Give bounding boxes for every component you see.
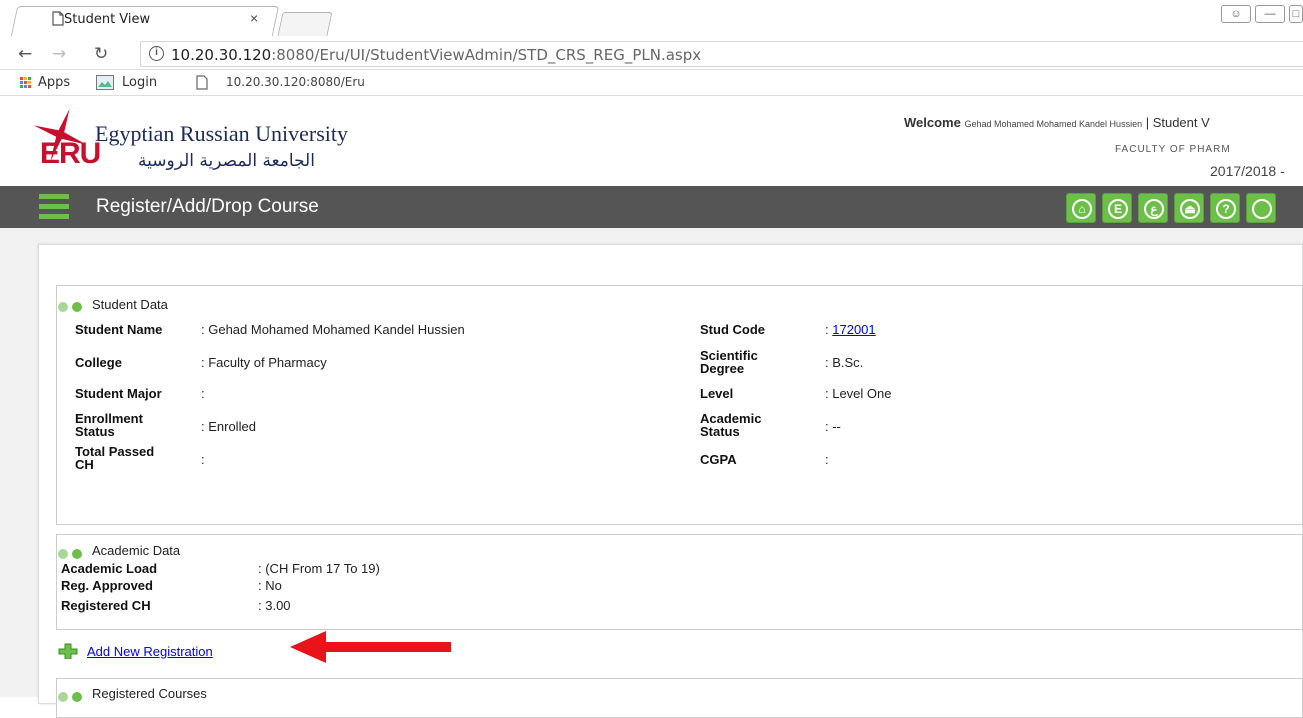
student-name-value: : Gehad Mohamed Mohamed Kandel Hussien	[201, 322, 465, 337]
reload-icon[interactable]: ↻	[94, 44, 108, 64]
new-tab-button[interactable]	[277, 12, 333, 36]
more-icon	[1252, 199, 1272, 219]
registered-ch-label: Registered CH	[61, 598, 151, 613]
close-tab-icon[interactable]: ×	[250, 10, 258, 26]
university-name-en: Egyptian Russian University	[95, 121, 348, 146]
add-plus-icon[interactable]	[58, 643, 78, 659]
page-icon	[196, 75, 208, 90]
level-label: Level	[700, 386, 734, 401]
faculty-name: FACULTY OF PHARM	[1115, 144, 1231, 155]
section-dots-icon	[58, 302, 88, 312]
academic-load-label: Academic Load	[61, 561, 158, 576]
registered-courses-panel	[56, 678, 1303, 718]
english-button[interactable]: E	[1102, 193, 1132, 223]
site-header: ERU Egyptian Russian University الجامعة …	[0, 97, 1303, 185]
cgpa-value: :	[825, 452, 829, 467]
major-value: :	[201, 386, 205, 401]
page-titlebar: Register/Add/Drop Course ⌂ E ع ⏏ ?	[0, 186, 1303, 228]
college-label: College	[75, 355, 122, 370]
degree-value: : B.Sc.	[825, 355, 864, 370]
help-button[interactable]: ?	[1210, 193, 1240, 223]
major-label: Student Major	[75, 386, 162, 401]
apps-grid-icon	[20, 77, 32, 89]
forward-arrow-icon[interactable]: →	[52, 44, 66, 64]
user-icon[interactable]: ☺	[1221, 5, 1251, 23]
add-new-registration-link[interactable]: Add New Registration	[87, 644, 213, 659]
academic-year: 2017/2018 -	[1210, 163, 1285, 179]
bookmark-login[interactable]: Login	[122, 75, 157, 90]
back-arrow-icon[interactable]: ←	[18, 44, 32, 64]
lock-button[interactable]: ⏏	[1174, 193, 1204, 223]
cgpa-label: CGPA	[700, 452, 737, 467]
university-name-ar: الجامعة المصرية الروسية	[138, 151, 315, 171]
academic-data-heading: Academic Data	[92, 543, 181, 558]
academic-status-label: Academic Status	[700, 411, 762, 439]
enrollment-value: : Enrolled	[201, 419, 256, 434]
college-value: : Faculty of Pharmacy	[201, 355, 327, 370]
stud-code-link[interactable]: 172001	[832, 322, 875, 337]
level-value: : Level One	[825, 386, 892, 401]
welcome-text: Welcome Gehad Mohamed Mohamed Kandel Hus…	[904, 115, 1210, 130]
maximize-icon[interactable]: □	[1289, 5, 1303, 23]
page-icon	[52, 11, 64, 26]
home-button[interactable]: ⌂	[1066, 193, 1096, 223]
more-button[interactable]	[1246, 193, 1276, 223]
enrollment-label: Enrollment Status	[75, 411, 143, 439]
red-arrow-annotation-icon	[290, 631, 451, 663]
degree-label: Scientific Degree	[700, 348, 758, 376]
student-data-heading: Student Data	[92, 297, 168, 312]
url-text: 10.20.30.120:8080/Eru/UI/StudentViewAdmi…	[171, 46, 702, 64]
stud-code-value: : 172001	[825, 322, 876, 337]
arabic-button[interactable]: ع	[1138, 193, 1168, 223]
tab-title: Student View	[64, 12, 151, 27]
student-name-label: Student Name	[75, 322, 163, 337]
reg-approved-label: Reg. Approved	[61, 578, 153, 593]
url-field[interactable]: i 10.20.30.120:8080/Eru/UI/StudentViewAd…	[140, 41, 1303, 67]
section-dots-icon	[58, 549, 88, 559]
registered-courses-heading: Registered Courses	[92, 686, 207, 701]
home-icon: ⌂	[1072, 199, 1092, 219]
registered-ch-value: : 3.00	[258, 598, 291, 613]
bookmark-address[interactable]: 10.20.30.120:8080/Eru	[226, 75, 365, 89]
address-bar: ← → ↻ i 10.20.30.120:8080/Eru/UI/Student…	[0, 36, 1303, 70]
window-controls: ☺ — □	[1217, 4, 1303, 23]
section-dots-icon	[58, 692, 88, 702]
login-bookmark-icon	[96, 75, 114, 90]
academic-data-panel	[56, 534, 1303, 630]
bookmark-apps[interactable]: Apps	[38, 75, 70, 90]
academic-load-value: : (CH From 17 To 19)	[258, 561, 380, 576]
total-passed-value: :	[201, 452, 205, 467]
browser-tabbar: Student View × ☺ — □	[0, 0, 1303, 36]
arabic-icon: ع	[1144, 199, 1164, 219]
menu-hamburger-icon[interactable]	[39, 194, 69, 220]
stud-code-label: Stud Code	[700, 322, 765, 337]
academic-status-value: : --	[825, 419, 841, 434]
total-passed-label: Total Passed CH	[75, 444, 155, 472]
english-icon: E	[1108, 199, 1128, 219]
lock-icon: ⏏	[1180, 199, 1200, 219]
bookmarks-bar: Apps Login 10.20.30.120:8080/Eru	[0, 70, 1303, 96]
logo-abbr: ERU	[40, 137, 101, 170]
info-icon[interactable]: i	[149, 46, 164, 61]
help-icon: ?	[1216, 199, 1236, 219]
reg-approved-value: : No	[258, 578, 282, 593]
student-data-panel	[56, 285, 1303, 525]
page-title: Register/Add/Drop Course	[96, 196, 319, 217]
minimize-icon[interactable]: —	[1255, 5, 1285, 23]
